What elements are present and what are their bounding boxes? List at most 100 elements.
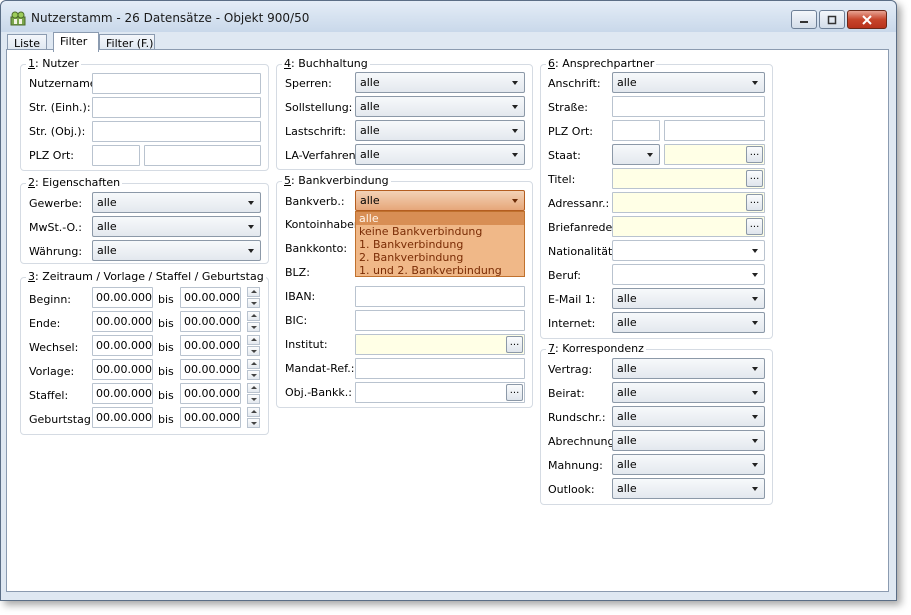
- spin-up-icon[interactable]: [247, 359, 260, 369]
- anschrift-dropdown[interactable]: alle: [612, 72, 765, 93]
- vorlage-spinner[interactable]: [247, 359, 260, 380]
- lastschrift-dropdown[interactable]: alle: [355, 120, 525, 141]
- abrechnung-dropdown[interactable]: alle: [612, 430, 765, 451]
- window-title: Nutzerstamm - 26 Datensätze - Objekt 900…: [31, 11, 310, 25]
- staffel-spinner[interactable]: [247, 383, 260, 404]
- sperren-dropdown-value: alle: [360, 76, 380, 89]
- spin-down-icon[interactable]: [247, 394, 260, 404]
- wechsel-from-input[interactable]: 00.00.0000: [92, 335, 153, 356]
- briefanrede-browse-button[interactable]: ...: [746, 218, 763, 235]
- dropdown-option[interactable]: alle: [356, 212, 524, 225]
- titel-browse-button[interactable]: ...: [746, 170, 763, 187]
- minimize-button[interactable]: [791, 10, 817, 29]
- anschrift-value: alle: [617, 76, 637, 89]
- spin-down-icon[interactable]: [247, 370, 260, 380]
- vertrag-dropdown[interactable]: alle: [612, 358, 765, 379]
- email-dropdown[interactable]: alle: [612, 288, 765, 309]
- staat-browse-button[interactable]: ...: [746, 146, 763, 163]
- plz-input[interactable]: [92, 145, 140, 166]
- vorlage-to-input[interactable]: 00.00.0000: [180, 359, 241, 380]
- beginn-to-input[interactable]: 00.00.0000: [180, 287, 241, 308]
- staffel-from-input[interactable]: 00.00.0000: [92, 383, 153, 404]
- staat-dropdown[interactable]: [612, 144, 660, 165]
- bankverb-dropdown[interactable]: alle: [355, 190, 525, 211]
- bis-label: bis: [158, 293, 174, 306]
- spin-up-icon[interactable]: [247, 335, 260, 345]
- minimize-icon: [800, 20, 808, 23]
- str-einh-label: Str. (Einh.):: [29, 101, 91, 114]
- chevron-down-icon: [512, 129, 518, 133]
- beruf-label: Beruf:: [548, 269, 581, 282]
- strasse-input[interactable]: [612, 96, 765, 117]
- app-icon: [10, 11, 26, 26]
- abrechnung-label: Abrechnung:: [548, 435, 619, 448]
- iban-input[interactable]: [355, 286, 525, 307]
- dropdown-option[interactable]: keine Bankverbindung: [356, 225, 524, 238]
- mahnung-dropdown[interactable]: alle: [612, 454, 765, 475]
- objbankk-input[interactable]: [355, 382, 525, 403]
- tab-filter[interactable]: Filter: [53, 32, 99, 52]
- wechsel-to-input[interactable]: 00.00.0000: [180, 335, 241, 356]
- title-bar[interactable]: Nutzerstamm - 26 Datensätze - Objekt 900…: [1, 1, 896, 32]
- mandat-input[interactable]: [355, 358, 525, 379]
- adressanr-input[interactable]: [612, 192, 765, 213]
- staffel-label: Staffel:: [29, 389, 69, 402]
- internet-dropdown[interactable]: alle: [612, 312, 765, 333]
- str-obj-input[interactable]: [92, 121, 261, 142]
- close-button[interactable]: [847, 10, 887, 29]
- beirat-dropdown[interactable]: alle: [612, 382, 765, 403]
- rundschr-dropdown[interactable]: alle: [612, 406, 765, 427]
- staffel-to-input[interactable]: 00.00.0000: [180, 383, 241, 404]
- la-verfahren-dropdown[interactable]: alle: [355, 144, 525, 165]
- wechsel-label: Wechsel:: [29, 341, 79, 354]
- vorlage-from-input[interactable]: 00.00.0000: [92, 359, 153, 380]
- spin-down-icon[interactable]: [247, 418, 260, 428]
- ende-to-input[interactable]: 00.00.0000: [180, 311, 241, 332]
- ap-ort-input[interactable]: [664, 120, 765, 141]
- str-einh-input[interactable]: [92, 97, 261, 118]
- institut-browse-button[interactable]: ...: [506, 336, 523, 353]
- maximize-button[interactable]: [819, 10, 845, 29]
- chevron-down-icon: [752, 249, 758, 253]
- bic-input[interactable]: [355, 310, 525, 331]
- nutzername-input[interactable]: [92, 73, 261, 94]
- objbankk-browse-button[interactable]: ...: [506, 384, 523, 401]
- institut-input[interactable]: [355, 334, 525, 355]
- waehrung-dropdown[interactable]: alle: [92, 240, 261, 261]
- group-bankverbindung-number: 5: [284, 174, 291, 187]
- email-value: alle: [617, 292, 637, 305]
- gewerbe-dropdown[interactable]: alle: [92, 192, 261, 213]
- spin-up-icon[interactable]: [247, 407, 260, 417]
- titel-input[interactable]: [612, 168, 765, 189]
- briefanrede-input[interactable]: [612, 216, 765, 237]
- outlook-dropdown[interactable]: alle: [612, 478, 765, 499]
- ende-from-input[interactable]: 00.00.0000: [92, 311, 153, 332]
- sollstellung-dropdown[interactable]: alle: [355, 96, 525, 117]
- spin-up-icon[interactable]: [247, 311, 260, 321]
- maximize-icon: [827, 15, 837, 24]
- email-label: E-Mail 1:: [548, 293, 596, 306]
- ende-spinner[interactable]: [247, 311, 260, 332]
- spin-up-icon[interactable]: [247, 287, 260, 297]
- beginn-from-input[interactable]: 00.00.0000: [92, 287, 153, 308]
- dropdown-option[interactable]: 1. Bankverbindung: [356, 238, 524, 251]
- beginn-spinner[interactable]: [247, 287, 260, 308]
- dropdown-option[interactable]: 1. und 2. Bankverbindung: [356, 264, 524, 277]
- nationalitaet-combobox[interactable]: [612, 240, 765, 261]
- spin-down-icon[interactable]: [247, 322, 260, 332]
- wechsel-spinner[interactable]: [247, 335, 260, 356]
- geburtstag-from-input[interactable]: 00.00.0000: [92, 407, 153, 428]
- spin-down-icon[interactable]: [247, 346, 260, 356]
- ap-plz-input[interactable]: [612, 120, 660, 141]
- rundschr-dropdown-value: alle: [617, 410, 637, 423]
- geburtstag-spinner[interactable]: [247, 407, 260, 428]
- spin-down-icon[interactable]: [247, 298, 260, 308]
- geburtstag-to-input[interactable]: 00.00.0000: [180, 407, 241, 428]
- adressanr-browse-button[interactable]: ...: [746, 194, 763, 211]
- spin-up-icon[interactable]: [247, 383, 260, 393]
- ort-input[interactable]: [144, 145, 261, 166]
- sperren-dropdown[interactable]: alle: [355, 72, 525, 93]
- mwst-dropdown[interactable]: alle: [92, 216, 261, 237]
- dropdown-option[interactable]: 2. Bankverbindung: [356, 251, 524, 264]
- beruf-combobox[interactable]: [612, 264, 765, 285]
